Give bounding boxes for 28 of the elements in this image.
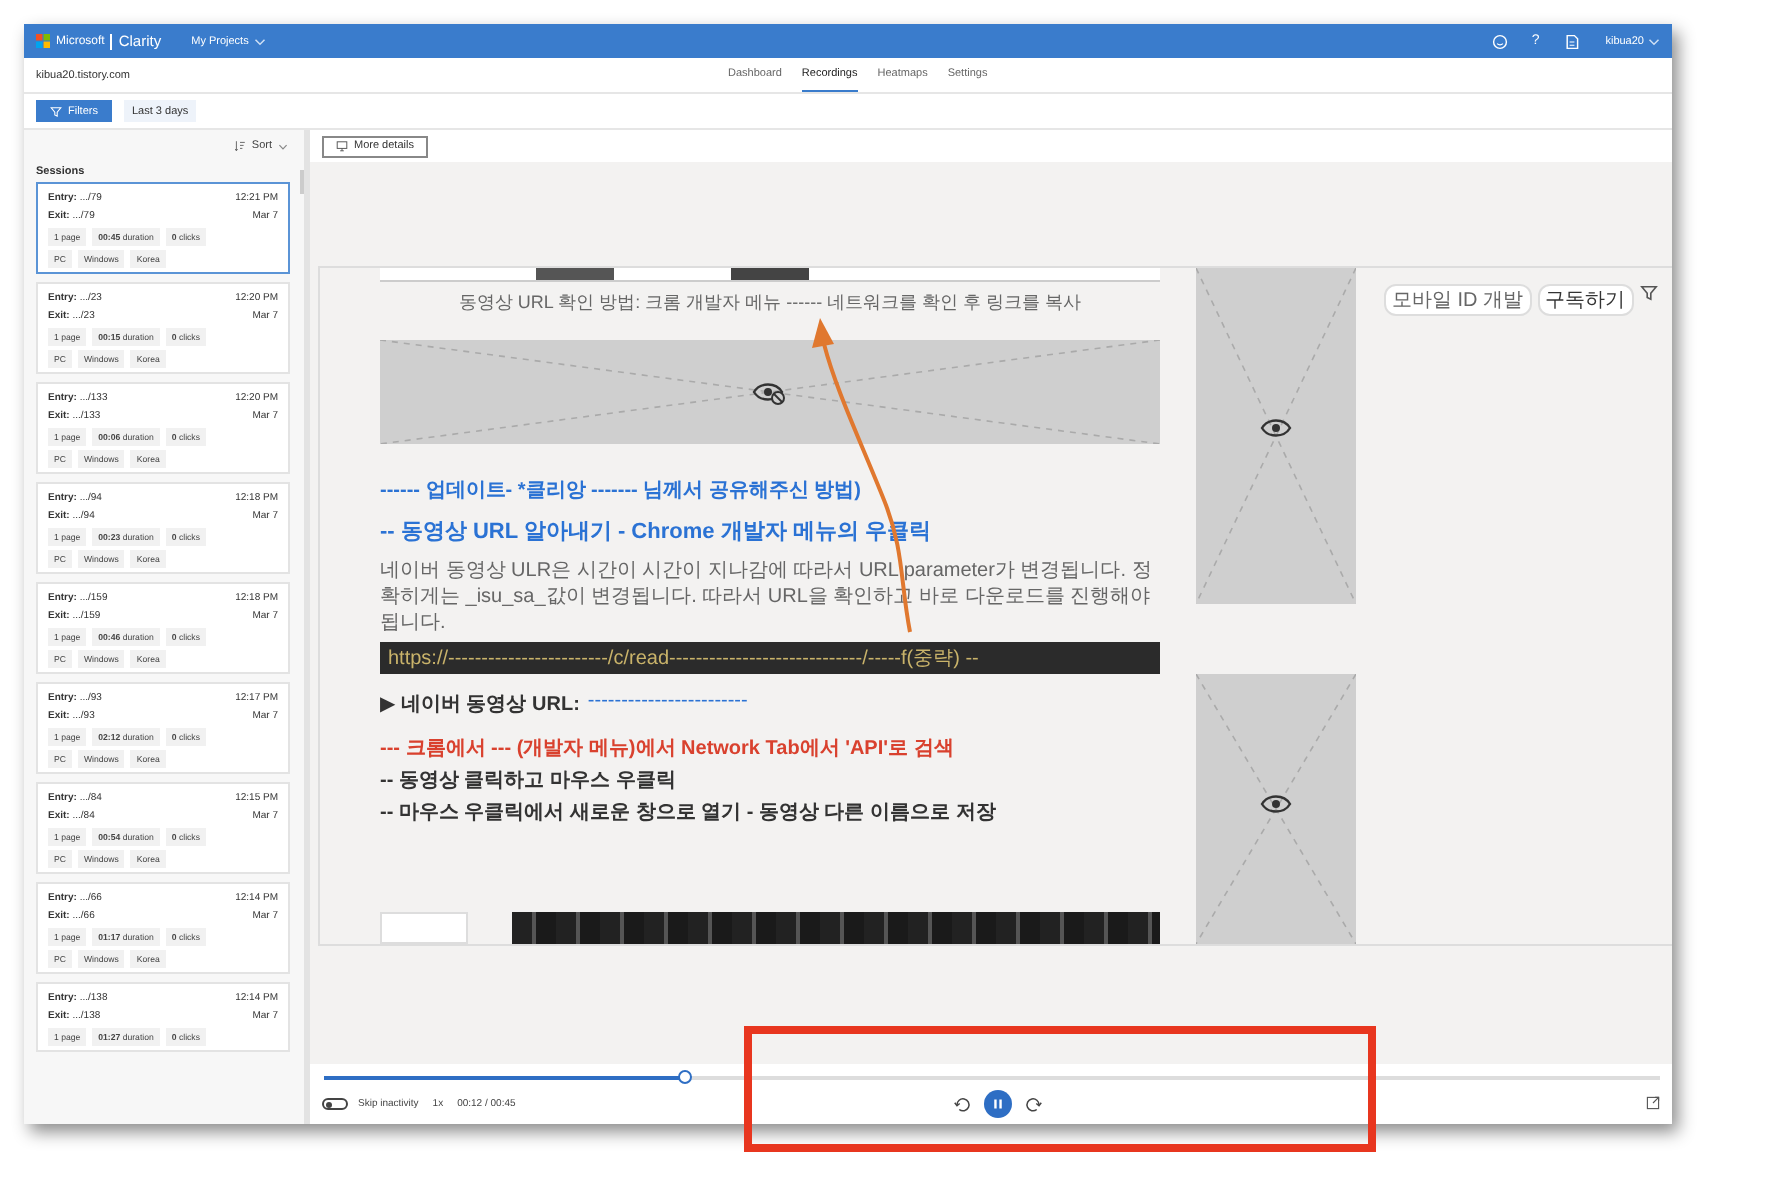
instruction-step: --- 크롬에서 --- (개발자 메뉴)에서 Network Tab에서 'API'로 검색 [380,734,1160,762]
timeline-track[interactable] [324,1076,1660,1080]
subscribe-button[interactable]: 구독하기 [1537,284,1634,316]
sort-icon [233,140,246,152]
update-note: ------ 업데이트- *클리앙 ------- 님께서 공유해주신 방법) [380,478,864,504]
image-caption: 동영상 URL 확인 방법: 크롬 개발자 메뉴 ------ 네트워크를 확인 후 링크를 복사 [456,290,1084,316]
skip-forward-icon[interactable] [1024,1095,1042,1113]
monitor-icon [336,140,348,152]
instruction-step: -- 동영상 클릭하고 마우스 우클릭 [380,766,1160,794]
filter-icon [50,105,62,117]
windows-logo-icon [36,34,50,48]
pause-icon [992,1098,1004,1110]
caret-icon [254,37,267,45]
smiley-icon[interactable] [1491,33,1508,49]
blog-tag[interactable]: 모바일 ID 개발 [1384,284,1532,316]
filter-icon[interactable] [1639,284,1658,302]
caret-icon [1648,37,1660,45]
expand-icon[interactable] [1646,1095,1660,1109]
timeline-handle[interactable] [678,1070,693,1084]
skip-inactivity-toggle[interactable] [322,1098,348,1110]
url-label: ▶ 네이버 동영상 URL: [380,692,580,718]
code-block: https://------------------------/c/read-----------------------------/-----f(중략) -- [380,642,1160,674]
pause-button[interactable] [984,1090,1012,1118]
url-link[interactable]: ------------------------ [587,690,748,718]
document-icon[interactable] [1563,33,1580,49]
skip-back-icon[interactable] [954,1095,972,1113]
instruction-step: -- 마우스 우클릭에서 새로운 창으로 열기 - 동영상 다른 이름으로 저장 [380,798,1160,826]
caret-icon [278,143,288,149]
